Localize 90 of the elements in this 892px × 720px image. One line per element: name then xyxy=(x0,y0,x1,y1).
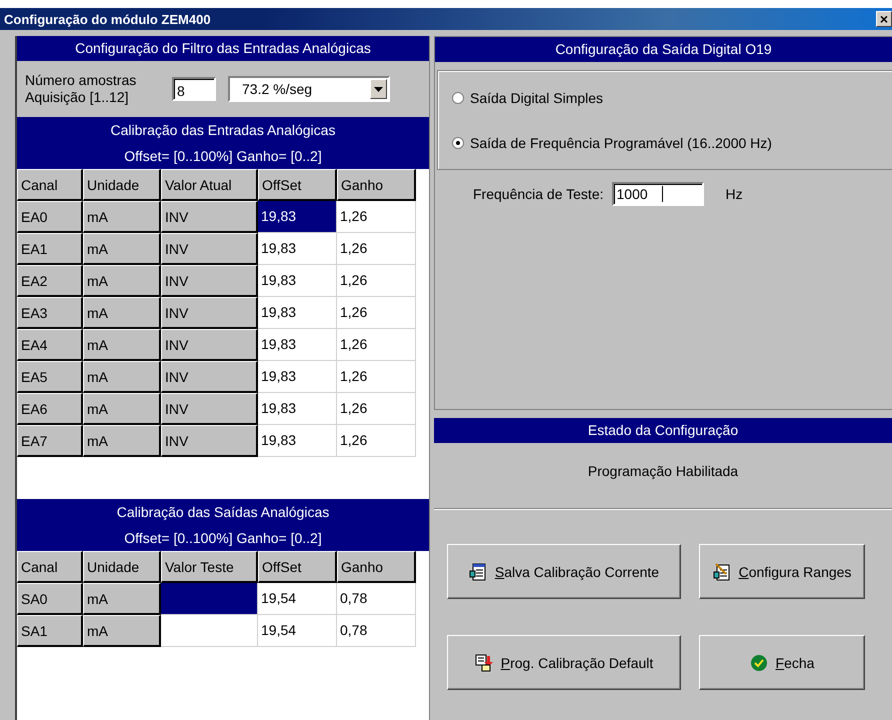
header-title: Calibração das Saídas Analógicas xyxy=(116,503,330,522)
column-header[interactable]: Valor Atual xyxy=(161,169,258,201)
radio-option[interactable]: Saída Digital Simples xyxy=(452,90,892,106)
table-cell[interactable]: 19,83 xyxy=(258,201,337,233)
table-cell: mA xyxy=(83,425,161,457)
table-cell: EA5 xyxy=(17,361,83,393)
header-subtitle: Offset= [0..100%] Ganho= [0..2] xyxy=(123,529,323,548)
table-cell[interactable]: 19,83 xyxy=(258,233,337,265)
table-cell[interactable]: 1,26 xyxy=(337,361,416,393)
section-header: Estado da Configuração xyxy=(434,418,892,443)
table-cell: mA xyxy=(83,297,161,329)
header-subtitle: Offset= [0..100%] Ganho= [0..2] xyxy=(123,147,323,166)
table-cell[interactable]: 19,54 xyxy=(258,583,337,615)
table-cell[interactable]: 19,83 xyxy=(258,425,337,457)
action-button[interactable]: Prog. Calibração Default xyxy=(447,635,681,690)
table-cell[interactable]: 0,78 xyxy=(337,615,416,647)
table-cell[interactable]: 19,83 xyxy=(258,361,337,393)
column-header[interactable]: OffSet xyxy=(258,551,337,583)
header-title: Calibração das Entradas Analógicas xyxy=(110,121,336,140)
table-cell: mA xyxy=(83,583,161,615)
table-cell[interactable] xyxy=(161,583,258,615)
column-header[interactable]: Canal xyxy=(17,551,83,583)
table-cell[interactable] xyxy=(161,615,258,647)
table-cell: mA xyxy=(83,361,161,393)
column-header[interactable]: Unidade xyxy=(83,551,161,583)
table-cell: EA2 xyxy=(17,265,83,297)
samples-label: Aquisição [1..12] xyxy=(25,89,130,106)
table-cell: mA xyxy=(83,393,161,425)
document-icon xyxy=(474,654,493,672)
table-cell: INV xyxy=(161,393,258,425)
table-cell[interactable]: 19,83 xyxy=(258,329,337,361)
table-cell[interactable]: 1,26 xyxy=(337,329,416,361)
column-header[interactable]: OffSet xyxy=(258,169,337,201)
column-header[interactable]: Ganho xyxy=(337,169,416,201)
radio-option[interactable]: Saída de Frequência Programável (16..2000 Hz) xyxy=(452,134,892,150)
table-cell: INV xyxy=(161,361,258,393)
rate-value: 73.2 %/seg xyxy=(241,81,312,97)
samples-label: Número amostras xyxy=(25,72,138,89)
table-cell: EA0 xyxy=(17,201,83,233)
caret-icon xyxy=(374,86,383,92)
table-cell[interactable]: 1,26 xyxy=(337,425,416,457)
table-cell[interactable]: 1,26 xyxy=(337,233,416,265)
unit-label: Hz xyxy=(726,186,743,202)
table-cell: EA7 xyxy=(17,425,83,457)
table-cell[interactable]: 19,83 xyxy=(258,297,337,329)
close-button[interactable]: × xyxy=(876,11,892,27)
column-header[interactable]: Unidade xyxy=(83,169,161,201)
section-header: Configuração do Filtro das Entradas Analógicas xyxy=(17,36,429,61)
action-button[interactable]: Fecha xyxy=(699,635,865,690)
table-cell: EA3 xyxy=(17,297,83,329)
table-cell: INV xyxy=(161,265,258,297)
table-cell: INV xyxy=(161,233,258,265)
table-cell: mA xyxy=(83,201,161,233)
table-cell: EA6 xyxy=(17,393,83,425)
table-cell: EA1 xyxy=(17,233,83,265)
table-cell: mA xyxy=(83,233,161,265)
action-button[interactable]: Configura Ranges xyxy=(699,544,865,599)
table-cell[interactable]: 1,26 xyxy=(337,201,416,233)
table-cell: SA1 xyxy=(17,615,83,647)
action-button[interactable]: Salva Calibração Corrente xyxy=(447,544,681,599)
window-title: Configuração do módulo ZEM400 xyxy=(4,12,211,26)
frequency-field[interactable]: 1000 xyxy=(612,182,704,206)
document-icon xyxy=(712,562,731,580)
table-cell: INV xyxy=(161,297,258,329)
dropdown-button[interactable] xyxy=(370,79,387,99)
table-cell: INV xyxy=(161,425,258,457)
table-cell[interactable]: 19,54 xyxy=(258,615,337,647)
rate-dropdown[interactable]: 73.2 %/seg xyxy=(228,76,390,102)
frequency-label: Frequência de Teste: xyxy=(473,186,604,202)
table-cell[interactable]: 0,78 xyxy=(337,583,416,615)
document-icon xyxy=(468,562,487,580)
table-cell: mA xyxy=(83,615,161,647)
section-header: Configuração da Saída Digital O19 xyxy=(435,37,892,62)
table-cell[interactable]: 19,83 xyxy=(258,265,337,297)
table-cell: EA4 xyxy=(17,329,83,361)
table-cell: INV xyxy=(161,201,258,233)
table-cell: SA0 xyxy=(17,583,83,615)
table-cell[interactable]: 1,26 xyxy=(337,265,416,297)
column-header[interactable]: Ganho xyxy=(337,551,416,583)
table-cell[interactable]: 1,26 xyxy=(337,393,416,425)
table-cell: mA xyxy=(83,329,161,361)
table-cell[interactable]: 1,26 xyxy=(337,297,416,329)
table-cell: mA xyxy=(83,265,161,297)
column-header[interactable]: Canal xyxy=(17,169,83,201)
check-icon xyxy=(750,654,768,672)
status-message: Programação Habilitada xyxy=(586,463,740,481)
column-header[interactable]: Valor Teste xyxy=(161,551,258,583)
table-cell: INV xyxy=(161,329,258,361)
table-cell[interactable]: 19,83 xyxy=(258,393,337,425)
samples-field[interactable]: 8 xyxy=(172,77,216,101)
